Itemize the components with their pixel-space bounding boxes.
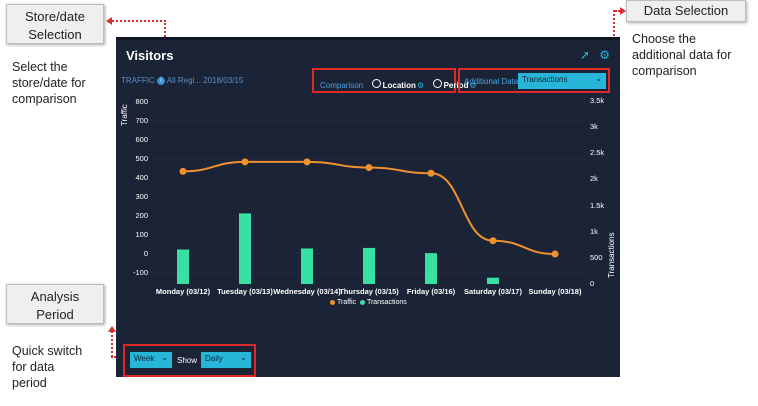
traffic-point: [179, 167, 187, 175]
traffic-point: [241, 158, 249, 166]
transactions-legend-dot: [359, 299, 365, 305]
period-radio[interactable]: [432, 79, 442, 89]
transactions-bar: [487, 277, 499, 284]
transactions-bar: [301, 248, 313, 284]
location-radio[interactable]: [371, 79, 381, 89]
location-option[interactable]: Location: [383, 81, 416, 90]
traffic-point: [551, 250, 559, 258]
visitors-chart: [152, 101, 586, 284]
right-axis-tick: 1k: [590, 226, 598, 236]
traffic-point: [489, 237, 497, 245]
store-date-connector: [112, 20, 166, 22]
analysis-period-description: Quick switch for data period: [12, 344, 83, 390]
show-select[interactable]: Daily ⌄: [201, 352, 251, 368]
transactions-bar: [239, 213, 251, 284]
gear-icon[interactable]: ⚙: [599, 48, 610, 62]
x-axis-tick: Monday (03/12): [155, 287, 211, 296]
left-axis-tick: 300: [135, 192, 148, 201]
traffic-row: TRAFFIC i All Regi... 2018/03/15: [121, 76, 243, 85]
transactions-bar: [363, 247, 375, 284]
analysis-period-title-line1: Analysis: [30, 289, 80, 304]
store-date-description: Select the store/date for comparison: [12, 60, 86, 106]
left-axis-tick: 700: [135, 116, 148, 125]
right-axis-tick: 2.5k: [590, 148, 605, 158]
comparison-highlight: Comparison Location⚙ Period⚙: [312, 68, 477, 93]
store-date-title-line1: Store/date: [25, 9, 85, 24]
right-axis-tick: 1.5k: [590, 200, 605, 210]
info-icon[interactable]: i: [157, 76, 166, 85]
data-selection-description: Choose the additional data for compariso…: [632, 32, 732, 78]
legend-transactions[interactable]: Transactions: [367, 299, 407, 306]
additional-data-highlight: Additional Data Transactions ⌄: [458, 68, 610, 93]
x-axis-tick: Saturday (03/17): [464, 287, 522, 296]
transactions-bar: [177, 249, 189, 284]
right-axis-label: Transactions: [607, 232, 616, 279]
right-axis-tick: 3k: [590, 122, 598, 132]
x-axis-tick: Tuesday (03/13): [217, 287, 273, 296]
store-date-arrow: [106, 17, 112, 25]
chevron-down-icon: ⌄: [161, 353, 168, 362]
x-axis-tick: Thursday (03/15): [339, 287, 399, 296]
analysis-period-callout: Analysis Period: [6, 284, 104, 324]
left-axis-label: Traffic: [120, 104, 129, 126]
legend-traffic[interactable]: Traffic: [337, 299, 356, 306]
analysis-period-connector: [111, 331, 113, 357]
right-axis-tick: 3.5k: [590, 96, 605, 105]
x-axis-tick: Sunday (03/18): [528, 287, 582, 296]
transactions-bars: [177, 213, 499, 284]
left-axis-tick: 0: [143, 249, 148, 258]
show-select-value: Daily: [205, 354, 223, 363]
comparison-label: Comparison: [320, 81, 364, 90]
period-select[interactable]: Week ⌄: [130, 352, 172, 368]
traffic-point: [303, 158, 311, 166]
traffic-label: TRAFFIC: [121, 76, 155, 85]
left-axis-tick: 600: [135, 135, 148, 144]
analysis-period-title-line2: Period: [36, 307, 74, 322]
left-axis-tick: 100: [135, 230, 148, 239]
x-axis-tick: Wednesday (03/14): [273, 287, 341, 296]
traffic-point: [365, 164, 373, 172]
store-date-callout: Store/date Selection: [6, 4, 104, 44]
traffic-points: [179, 158, 559, 258]
traffic-store-date[interactable]: All Regi... 2018/03/15: [167, 76, 244, 85]
panel-icons: ➚ ⚙: [574, 48, 610, 62]
chevron-down-icon: ⌄: [595, 74, 602, 83]
additional-data-label: Additional Data: [464, 77, 519, 86]
traffic-point: [427, 169, 435, 177]
chart-grid: [152, 101, 586, 274]
store-date-title-line2: Selection: [28, 27, 82, 42]
panel-title: Visitors: [126, 48, 174, 63]
pin-icon[interactable]: ➚: [580, 48, 590, 62]
additional-data-value: Transactions: [522, 75, 568, 84]
visitors-panel: Visitors ➚ ⚙ TRAFFIC i All Regi... 2018/…: [116, 37, 620, 377]
location-gear-icon[interactable]: ⚙: [417, 81, 424, 90]
data-selection-title: Data Selection: [643, 3, 729, 18]
data-selection-arrow: [620, 7, 626, 15]
period-controls-highlight: Week ⌄ Show Daily ⌄: [123, 344, 256, 377]
period-select-value: Week: [134, 354, 155, 363]
additional-data-select[interactable]: Transactions ⌄: [518, 73, 606, 89]
data-selection-callout: Data Selection: [626, 0, 746, 22]
left-axis-tick: 800: [135, 97, 148, 106]
show-label: Show: [177, 356, 198, 365]
x-axis-tick: Friday (03/16): [406, 287, 456, 296]
right-axis-tick: 2k: [590, 174, 598, 184]
left-axis-tick: 200: [135, 211, 148, 220]
chart-legend: Traffic Transactions: [330, 299, 407, 306]
right-axis-tick: 0: [590, 279, 595, 288]
right-axis-tick: 500: [590, 252, 603, 262]
left-axis-tick: -100: [132, 268, 148, 277]
transactions-bar: [425, 253, 437, 284]
traffic-line: [182, 160, 556, 255]
left-axis-tick: 500: [135, 154, 148, 163]
chevron-down-icon: ⌄: [240, 353, 247, 362]
left-axis-tick: 400: [135, 173, 148, 182]
traffic-legend-dot: [330, 299, 335, 305]
